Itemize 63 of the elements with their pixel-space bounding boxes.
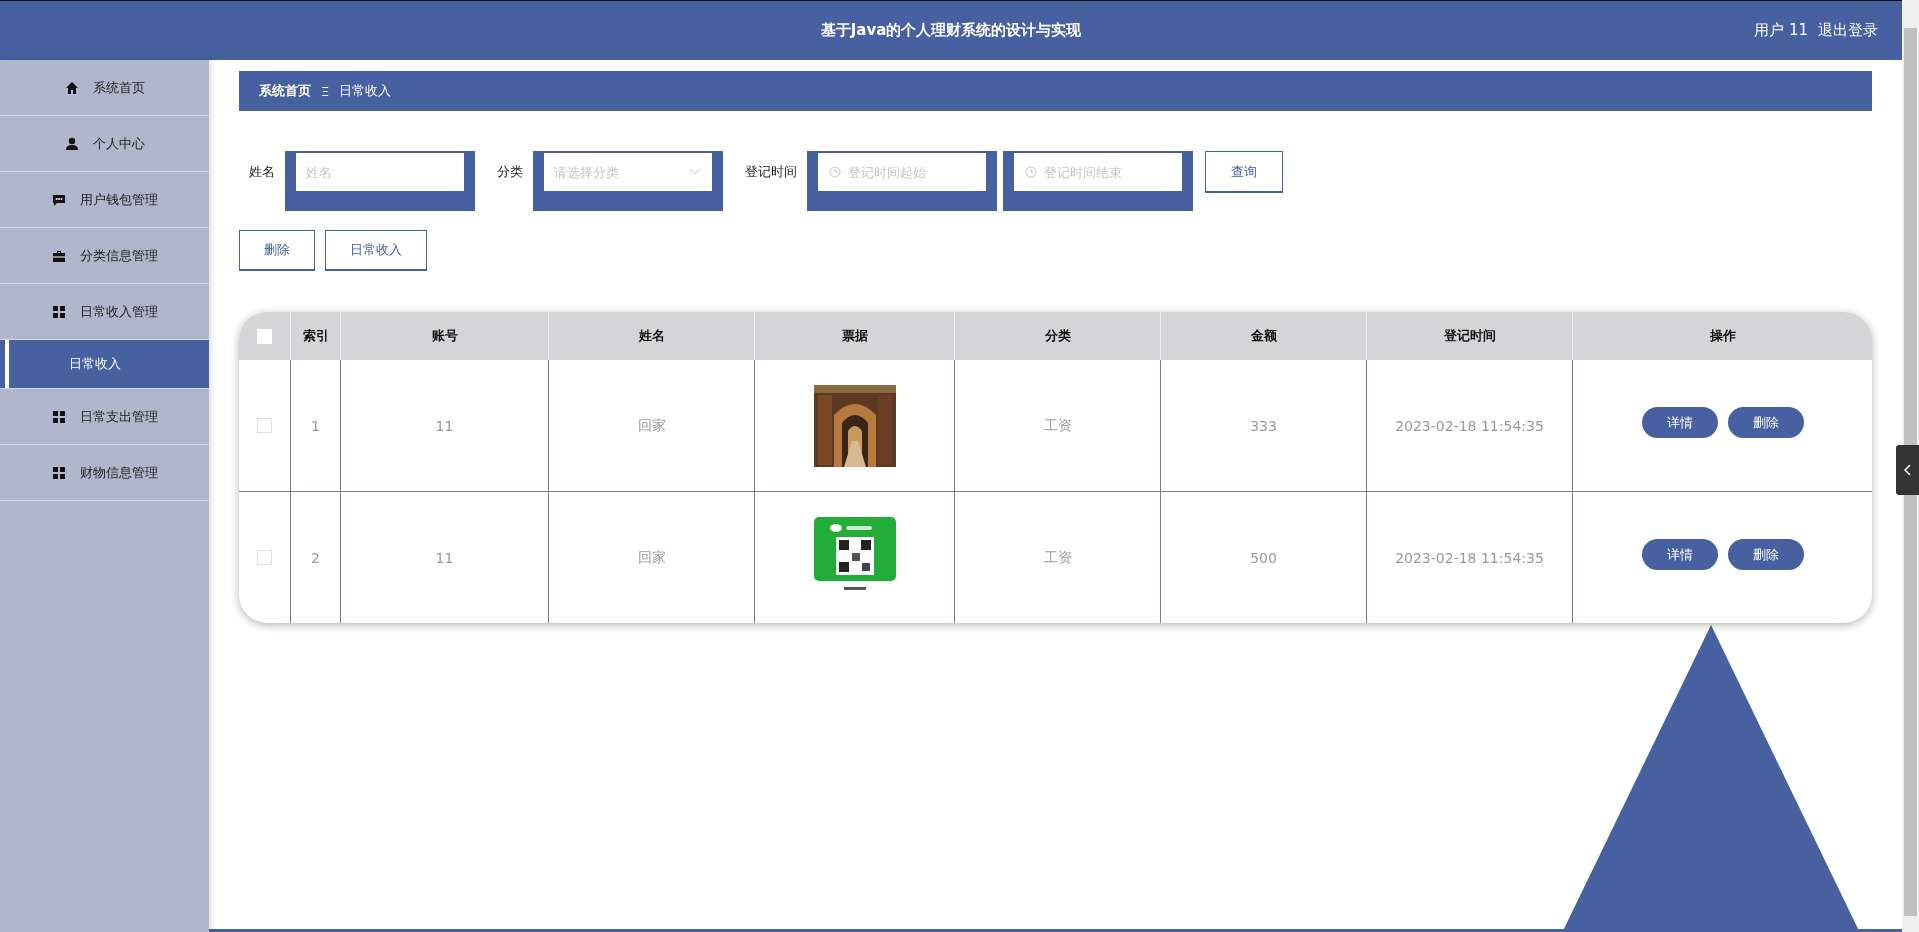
column-header: 操作 [1572, 312, 1872, 360]
table-cell: 2023-02-18 11:54:35 [1366, 360, 1572, 491]
column-header: 金额 [1160, 312, 1366, 360]
sidebar-item[interactable]: 系统首页 [0, 60, 209, 116]
chevron-down-icon [689, 168, 701, 176]
sidebar-item[interactable]: 日常支出管理 [0, 389, 209, 445]
column-header: 索引 [290, 312, 340, 360]
scrollbar[interactable] [1902, 0, 1919, 932]
sidebar-item[interactable]: 用户钱包管理 [0, 172, 209, 228]
column-header: 登记时间 [1366, 312, 1572, 360]
input-field[interactable]: 姓名 [296, 153, 464, 191]
grid-icon [51, 409, 66, 424]
app-title: 基于Java的个人理财系统的设计与实现 [820, 21, 1082, 40]
date-field[interactable]: 登记时间结束 [1014, 153, 1182, 191]
column-header: 账号 [340, 312, 548, 360]
field-label: 姓名 [249, 163, 275, 181]
column-header: 分类 [954, 312, 1160, 360]
briefcase-icon [51, 248, 66, 263]
add-button[interactable]: 日常收入 [325, 230, 427, 271]
row-checkbox[interactable] [257, 550, 272, 565]
user-icon [64, 136, 79, 151]
details-button[interactable]: 详情 [1641, 539, 1718, 570]
delete-button[interactable]: 删除 [1727, 407, 1804, 438]
sidebar-item[interactable]: 分类信息管理 [0, 228, 209, 284]
row-checkbox[interactable] [257, 418, 272, 433]
delete-button[interactable]: 删除 [1727, 539, 1804, 570]
side-panel-toggle[interactable] [1896, 445, 1919, 495]
sidebar-item[interactable]: 个人中心 [0, 116, 209, 172]
chevron-left-icon [1903, 464, 1912, 476]
search-button[interactable]: 查询 [1205, 151, 1283, 193]
table-cell: 500 [1160, 492, 1366, 623]
delete-button[interactable]: 删除 [239, 230, 315, 271]
grid-icon [51, 304, 66, 319]
user-name: 用户 11 [1754, 21, 1808, 40]
sidebar-item[interactable]: 财物信息管理 [0, 445, 209, 501]
table-cell: 工资 [954, 360, 1160, 491]
grid-icon [51, 465, 66, 480]
home-icon [64, 80, 79, 95]
breadcrumb-link[interactable]: 系统首页 [259, 82, 311, 100]
table-cell: 11 [340, 492, 548, 623]
table-cell: 333 [1160, 360, 1366, 491]
breadcrumb-separator: Ξ [321, 83, 330, 99]
logout-link[interactable]: 退出登录 [1818, 21, 1878, 40]
clock-icon [829, 166, 841, 178]
column-header: 票据 [754, 312, 954, 360]
table-cell: 1 [290, 360, 340, 491]
table-cell: 回家 [548, 360, 754, 491]
select-all-checkbox[interactable] [257, 328, 272, 344]
column-header: 姓名 [548, 312, 754, 360]
field-label: 分类 [497, 163, 523, 181]
table-cell: 11 [340, 360, 548, 491]
details-button[interactable]: 详情 [1641, 407, 1718, 438]
select-field[interactable]: 请选择分类 [544, 153, 712, 191]
table-cell: 工资 [954, 492, 1160, 623]
sidebar-subitem[interactable]: 日常收入 [0, 340, 209, 389]
chat-icon [51, 192, 66, 207]
clock-icon [1025, 166, 1037, 178]
date-field[interactable]: 登记时间起始 [818, 153, 986, 191]
breadcrumb-current: 日常收入 [339, 82, 392, 100]
table-cell: 2023-02-18 11:54:35 [1366, 492, 1572, 623]
table-cell: 回家 [548, 492, 754, 623]
table-cell: 2 [290, 492, 340, 623]
field-label: 登记时间 [745, 163, 797, 181]
